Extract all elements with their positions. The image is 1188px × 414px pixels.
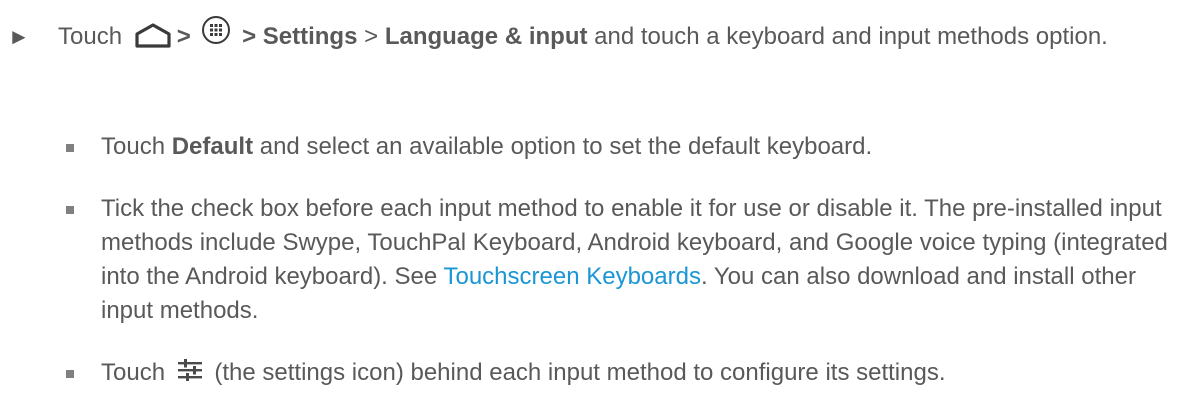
bullet-3-pre: Touch	[101, 359, 166, 386]
list-item-text: Touch Default and select an available op…	[101, 130, 1176, 164]
step-text: Touch > > Settings > Language & input an…	[58, 15, 1148, 54]
step-instruction: ► Touch > > Settings > Language & input …	[0, 15, 1180, 54]
touchscreen-keyboards-link[interactable]: Touchscreen Keyboards	[443, 263, 700, 290]
default-label: Default	[171, 133, 254, 160]
bullet-3-post: (the settings icon) behind each input me…	[214, 359, 946, 386]
list-item: Touch (the settings icon) behind each in…	[0, 356, 1180, 390]
bullet-marker	[66, 206, 74, 214]
list-item-text: Touch (the settings icon) behind each in…	[101, 356, 1176, 390]
step-touch-text: Touch	[58, 23, 123, 50]
step-rest-text: and touch a keyboard and input methods o…	[594, 23, 1108, 50]
gt-separator-1: >	[176, 23, 191, 50]
bullet-marker	[66, 370, 74, 378]
arrow-icon: ►	[8, 24, 30, 49]
list-item: Touch Default and select an available op…	[0, 130, 1180, 164]
settings-label: Settings	[262, 23, 358, 50]
list-item: Tick the check box before each input met…	[0, 192, 1180, 328]
gt-separator-2: >	[242, 23, 257, 50]
apps-icon	[202, 15, 231, 44]
bullet-1-pre: Touch	[101, 133, 166, 160]
language-input-label: Language & input	[384, 23, 588, 50]
gt-separator-3: >	[364, 23, 379, 50]
bullet-marker	[66, 144, 74, 152]
settings-tune-icon	[177, 358, 202, 381]
bullet-1-post: and select an available option to set th…	[259, 133, 873, 160]
home-icon	[135, 23, 171, 48]
list-item-text: Tick the check box before each input met…	[101, 192, 1176, 328]
